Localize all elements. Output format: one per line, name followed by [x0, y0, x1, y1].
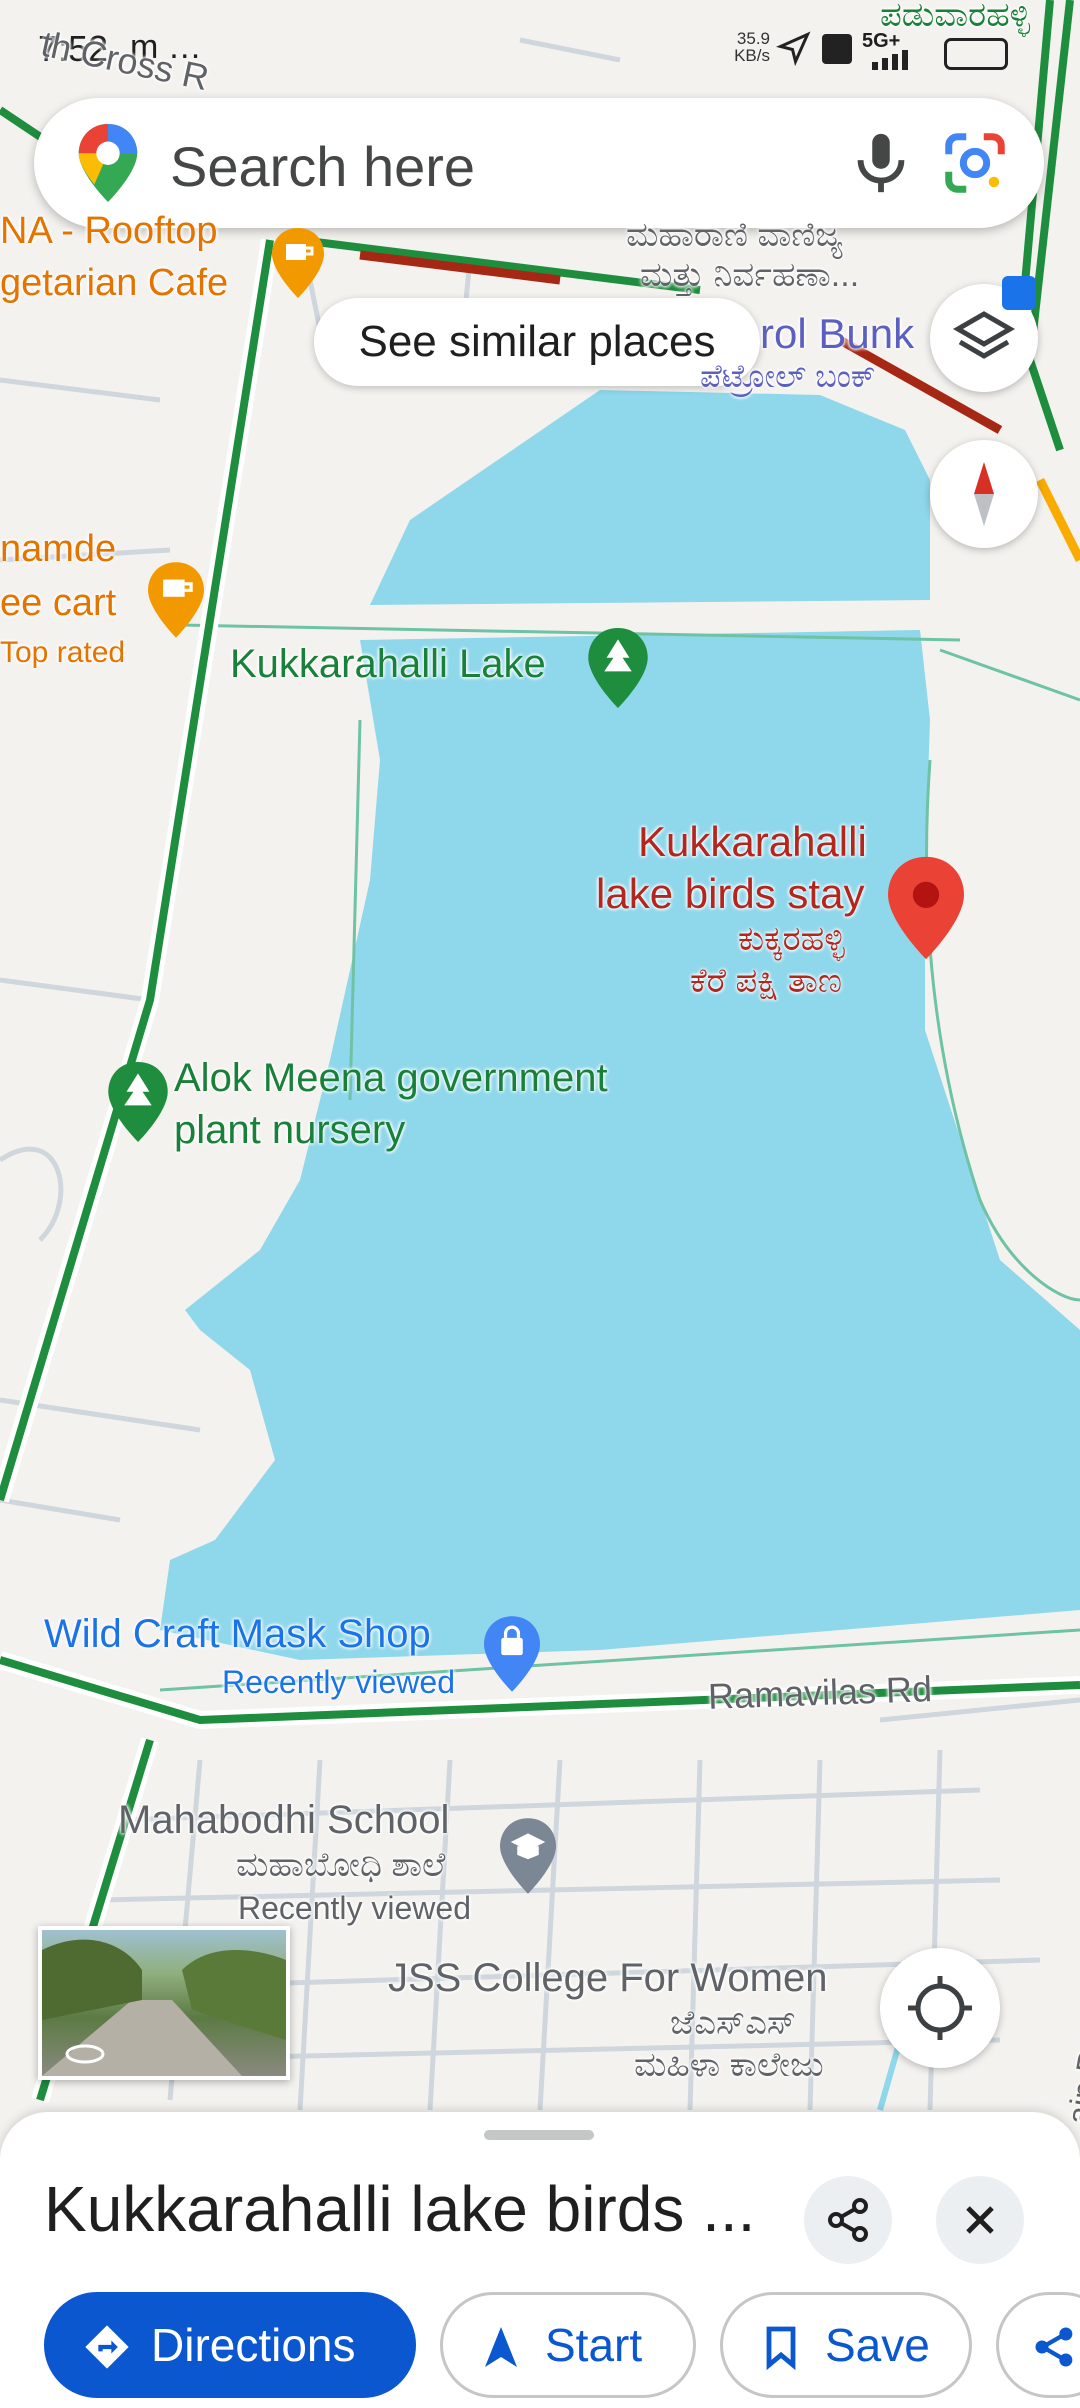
- volte-icon: [822, 34, 852, 64]
- school-pin-icon[interactable]: [500, 1818, 556, 1899]
- location-arrow-icon: [775, 30, 812, 71]
- directions-button[interactable]: Directions: [44, 2292, 416, 2398]
- college-label-kannada: ಜೆಎಸ್‌ಎಸ್: [670, 2004, 797, 2042]
- search-bar[interactable]: Search here: [34, 98, 1044, 228]
- network-speed: 35.9 KB/s: [734, 29, 770, 65]
- street-view-thumbnail[interactable]: [38, 1926, 290, 2080]
- college-label[interactable]: JSS College For Women: [388, 1956, 827, 2001]
- petrol-bunk-label[interactable]: rol Bunk: [760, 310, 914, 358]
- cafe-label-line2[interactable]: getarian Cafe: [0, 262, 228, 305]
- directions-icon: [85, 2325, 129, 2369]
- school-label[interactable]: Mahabodhi School: [118, 1798, 449, 1843]
- close-button[interactable]: [936, 2176, 1024, 2264]
- microphone-icon[interactable]: [846, 128, 916, 203]
- coffee-cart-label[interactable]: namde: [0, 528, 116, 571]
- coffee-cart-label-line2[interactable]: ee cart: [0, 582, 116, 625]
- crosshair-icon: [908, 1976, 972, 2040]
- place-label-kannada: ಮಹಾರಾಣಿ ವಾಣಿಜ್ಯ: [626, 216, 843, 254]
- place-bottom-sheet[interactable]: Kukkarahalli lake birds ... Directions S…: [0, 2112, 1080, 2408]
- cafe-pin-icon[interactable]: [272, 228, 324, 303]
- save-button[interactable]: Save: [720, 2292, 972, 2398]
- start-label: Start: [545, 2319, 643, 2371]
- area-label-kannada: ಪಡುವಾರಹಳ್ಳಿ: [880, 0, 1031, 34]
- place-title: Kukkarahalli lake birds ...: [44, 2173, 756, 2245]
- share-button[interactable]: [804, 2176, 892, 2264]
- nursery-label[interactable]: Alok Meena government: [174, 1056, 608, 1101]
- selected-place-label[interactable]: Kukkarahalli: [638, 818, 867, 866]
- maps-pin-logo-icon: [78, 124, 138, 207]
- top-rated-label: Top rated: [0, 636, 126, 669]
- 360-view-icon: [64, 2042, 106, 2071]
- road-label: Ramavilas Rd: [707, 1668, 933, 1717]
- bookmark-icon: [766, 2326, 796, 2371]
- navigation-arrow-icon: [485, 2327, 517, 2367]
- school-label-kannada: ಮಹಾಬೋಧಿ ಶಾಲೆ: [236, 1846, 446, 1884]
- park-pin-icon[interactable]: [588, 628, 648, 713]
- recently-viewed-label: Recently viewed: [222, 1664, 455, 1700]
- compass-icon: [974, 462, 994, 526]
- nursery-label-line2[interactable]: plant nursery: [174, 1108, 405, 1153]
- selected-place-label-line2[interactable]: lake birds stay: [596, 870, 864, 918]
- share-icon: [828, 2198, 868, 2242]
- college-label-kannada-2: ಮಹಿಳಾ ಕಾಲೇಜು: [634, 2046, 824, 2084]
- share-icon: [1035, 2327, 1073, 2367]
- see-similar-places-chip[interactable]: See similar places: [314, 298, 760, 386]
- place-label-kannada-2: ಮತ್ತು ನಿರ್ವಹಣಾ...: [640, 256, 860, 294]
- selected-place-pin-icon[interactable]: [888, 856, 964, 965]
- coffee-pin-icon[interactable]: [148, 562, 204, 643]
- my-location-button[interactable]: [880, 1948, 1000, 2068]
- selected-place-label-kannada: ಕುಕ್ಕರಹಳ್ಳಿ: [738, 920, 845, 958]
- lake-label[interactable]: Kukkarahalli Lake: [230, 642, 546, 687]
- save-label: Save: [825, 2319, 930, 2371]
- battery-icon: [944, 38, 1008, 70]
- google-lens-icon[interactable]: [940, 128, 1010, 203]
- school-recently-viewed: Recently viewed: [238, 1890, 471, 1926]
- search-input[interactable]: Search here: [170, 134, 475, 199]
- shop-label[interactable]: Wild Craft Mask Shop: [44, 1612, 431, 1657]
- selected-place-label-kannada-2: ಕೆರೆ ಪಕ್ಷಿ ತಾಣ: [690, 962, 843, 1000]
- nursery-pin-icon[interactable]: [108, 1062, 168, 1147]
- close-icon: [966, 2206, 994, 2234]
- fuel-icon[interactable]: [1002, 276, 1036, 310]
- petrol-bunk-label-kannada[interactable]: ಪೆಟ್ರೋಲ್ ಬಂಕ್: [700, 358, 876, 396]
- directions-label: Directions: [151, 2319, 356, 2371]
- drag-handle[interactable]: [484, 2130, 594, 2140]
- shopping-pin-icon[interactable]: [484, 1616, 540, 1697]
- compass-button[interactable]: [930, 440, 1038, 548]
- cafe-label[interactable]: NA - Rooftop: [0, 210, 218, 253]
- start-button[interactable]: Start: [440, 2292, 696, 2398]
- signal-bars-icon: [870, 48, 930, 75]
- share-pill-button[interactable]: [996, 2292, 1080, 2398]
